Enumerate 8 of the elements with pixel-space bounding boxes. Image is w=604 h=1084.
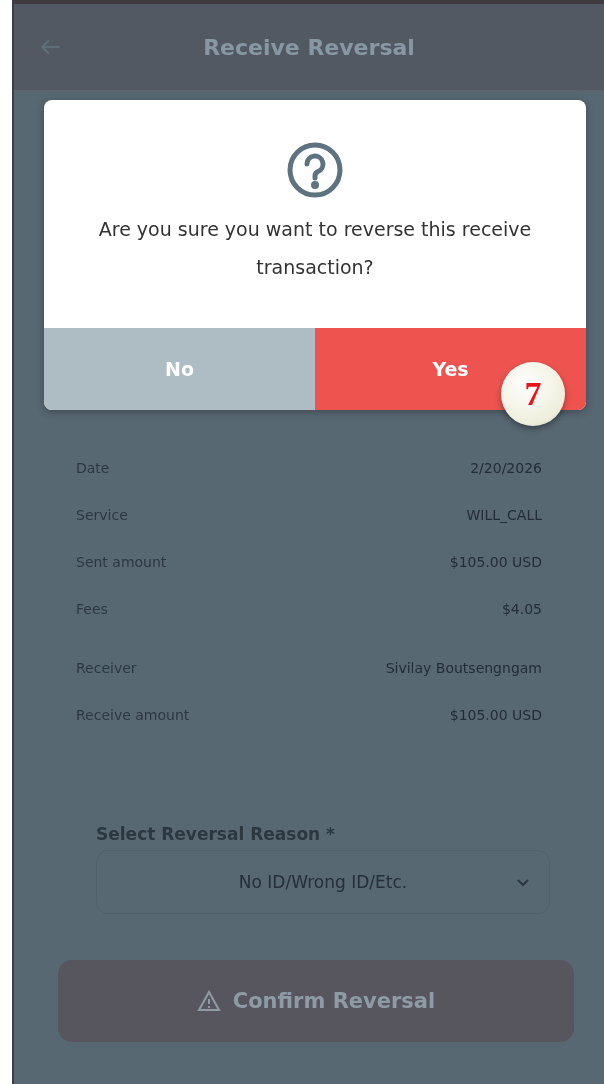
detail-value: WILL_CALL — [466, 506, 542, 523]
detail-value: $4.05 — [501, 600, 542, 617]
detail-value: $105.00 USD — [449, 553, 542, 570]
detail-value: $105.00 USD — [449, 706, 542, 723]
detail-value: 2/20/2026 — [470, 459, 542, 476]
dialog-message: Are you sure you want to reverse this receive transaction? — [97, 217, 533, 280]
detail-value: Sivilay Boutsengngam — [385, 659, 542, 676]
page-title: Receive Reversal — [202, 34, 416, 60]
